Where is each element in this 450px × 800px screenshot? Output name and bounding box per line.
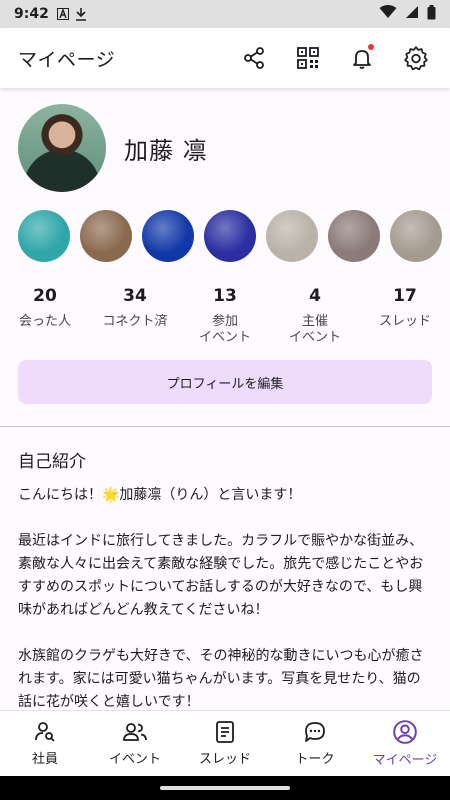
about-paragraph: 水族館のクラゲも大好きで、その神秘的な動きにいつも心が癒されます。家には可愛い猫… bbox=[18, 648, 424, 710]
notification-a-icon bbox=[56, 8, 69, 20]
about-paragraph: 最近はインドに旅行してきました。カラフルで賑やかな街並み、素敵な人々に出会えて素… bbox=[18, 533, 424, 618]
qr-code-button[interactable] bbox=[292, 42, 324, 74]
nav-label: マイページ bbox=[372, 753, 438, 768]
photo-sea-bridge[interactable] bbox=[18, 210, 70, 262]
stat-met-people[interactable]: 20 会った人 bbox=[0, 286, 90, 352]
nav-threads[interactable]: スレッド bbox=[180, 711, 270, 776]
profile-header: 加藤 凛 bbox=[0, 88, 450, 192]
photo-aquarium[interactable] bbox=[142, 210, 194, 262]
stat-label: 会った人 bbox=[18, 314, 71, 329]
person-search-icon bbox=[35, 722, 55, 742]
photo-strip[interactable] bbox=[0, 192, 450, 264]
stat-label: 参加 イベント bbox=[198, 314, 251, 345]
cellular-icon bbox=[405, 5, 419, 23]
about-paragraph: こんにちは！🌟加藤凛（りん）と言います！ bbox=[18, 487, 302, 503]
photo-taj-mahal[interactable] bbox=[266, 210, 318, 262]
stat-value: 20 bbox=[33, 286, 57, 306]
system-navigation-bar bbox=[0, 776, 450, 800]
profile-name: 加藤 凛 bbox=[124, 136, 208, 165]
stat-value: 13 bbox=[213, 286, 237, 306]
stat-value: 17 bbox=[393, 286, 417, 306]
home-gesture-handle[interactable] bbox=[160, 786, 290, 790]
app-bar: マイページ bbox=[0, 28, 450, 88]
download-status-icon bbox=[75, 7, 87, 21]
account-circle-icon bbox=[393, 720, 417, 744]
stats-row: 20 会った人 34 コネクト済 13 参加 イベント 4 主催 イベント 17… bbox=[0, 264, 450, 352]
wifi-icon bbox=[379, 5, 397, 23]
stat-label: 主催 イベント bbox=[288, 314, 341, 345]
nav-employees[interactable]: 社員 bbox=[0, 711, 90, 776]
bottom-navigation: 社員 イベント スレッド トーク マイページ bbox=[0, 710, 450, 776]
document-icon bbox=[216, 721, 234, 743]
nav-label: イベント bbox=[108, 752, 161, 767]
stat-threads[interactable]: 17 スレッド bbox=[360, 286, 450, 352]
profile-content[interactable]: 加藤 凛 20 会った人 34 コネクト済 13 参加 イベント 4 主催 イベ… bbox=[0, 88, 450, 710]
stat-hosted-events[interactable]: 4 主催 イベント bbox=[270, 286, 360, 352]
nav-talk[interactable]: トーク bbox=[270, 711, 360, 776]
chat-icon bbox=[305, 722, 325, 742]
share-button[interactable] bbox=[238, 42, 270, 74]
stat-label: スレッド bbox=[378, 314, 431, 329]
settings-button[interactable] bbox=[400, 42, 432, 74]
battery-icon bbox=[427, 4, 436, 24]
stat-value: 4 bbox=[309, 286, 321, 306]
status-bar: 9:42 bbox=[0, 0, 450, 28]
stat-joined-events[interactable]: 13 参加 イベント bbox=[180, 286, 270, 352]
about-section: 自己紹介 こんにちは！🌟加藤凛（りん）と言います！ 最近はインドに旅行してきまし… bbox=[0, 427, 450, 710]
group-icon bbox=[123, 723, 147, 741]
photo-cat[interactable] bbox=[80, 210, 132, 262]
photo-ghats[interactable] bbox=[390, 210, 442, 262]
nav-label: トーク bbox=[295, 752, 335, 767]
photo-river-sunset[interactable] bbox=[328, 210, 380, 262]
edit-profile-button[interactable]: プロフィールを編集 bbox=[18, 360, 432, 404]
nav-events[interactable]: イベント bbox=[90, 711, 180, 776]
avatar[interactable] bbox=[18, 104, 106, 192]
gear-icon bbox=[404, 46, 428, 71]
nav-label: 社員 bbox=[31, 752, 58, 767]
notifications-button[interactable] bbox=[346, 42, 378, 74]
nav-mypage[interactable]: マイページ bbox=[360, 711, 450, 776]
about-heading: 自己紹介 bbox=[18, 452, 86, 472]
stat-value: 34 bbox=[123, 286, 147, 306]
qr-code-icon bbox=[297, 47, 319, 69]
stat-connected[interactable]: 34 コネクト済 bbox=[90, 286, 180, 352]
photo-jellyfish[interactable] bbox=[204, 210, 256, 262]
notification-badge bbox=[368, 44, 374, 50]
app-bar-actions bbox=[238, 42, 432, 74]
status-right bbox=[379, 4, 436, 24]
share-icon bbox=[244, 47, 264, 69]
page-title: マイページ bbox=[18, 48, 116, 71]
status-time: 9:42 bbox=[14, 6, 49, 22]
stat-label: コネクト済 bbox=[102, 314, 168, 329]
nav-label: スレッド bbox=[198, 752, 251, 767]
